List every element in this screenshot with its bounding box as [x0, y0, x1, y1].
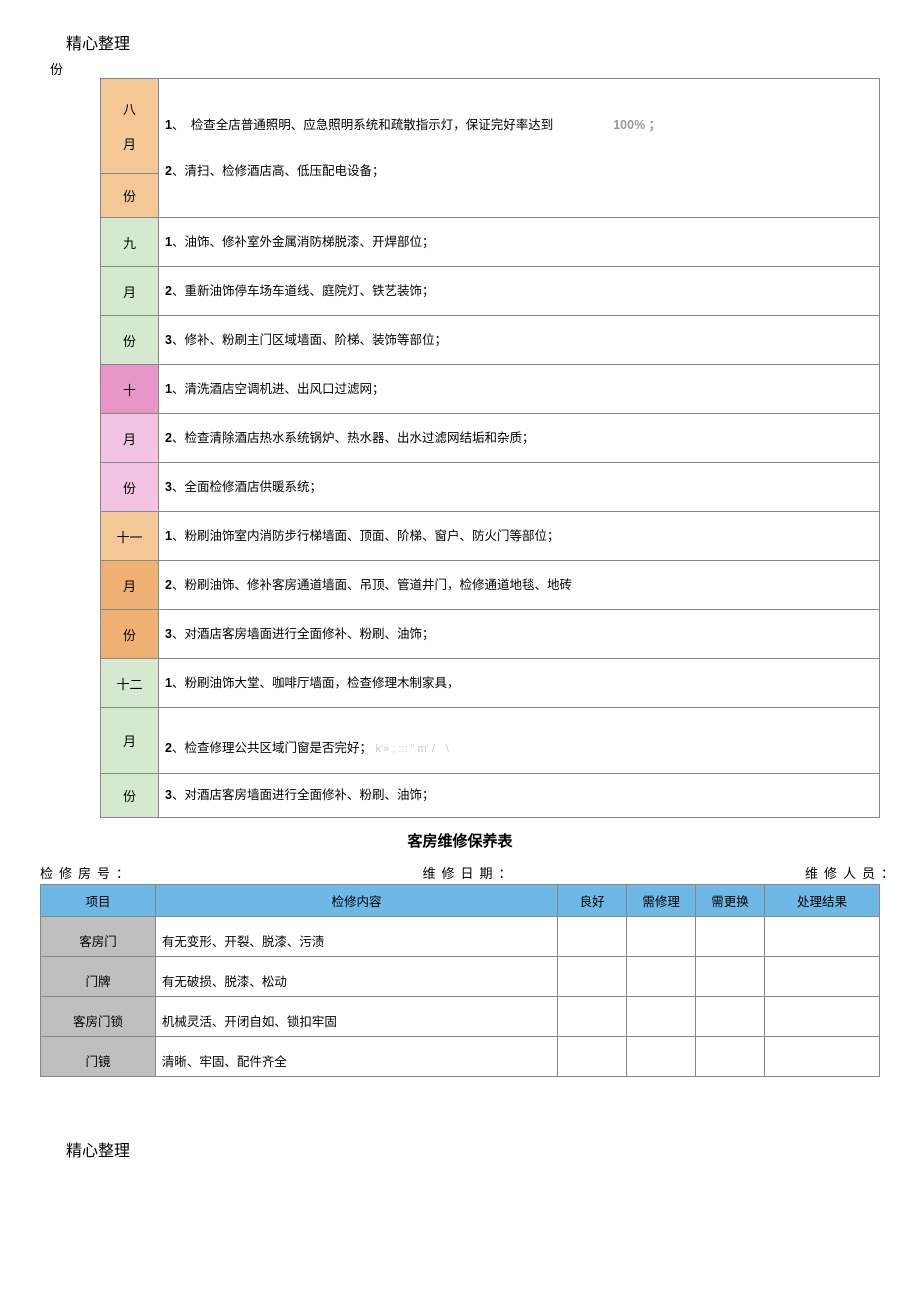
repair-cell — [558, 1036, 627, 1076]
repair-content: 有无变形、开裂、脱漆、污渍 — [155, 916, 557, 956]
schedule-content: 1、粉刷油饰室内消防步行梯墙面、顶面、阶梯、窗户、防火门等部位； — [159, 512, 880, 561]
schedule-content: 3、对酒店客房墙面进行全面修补、粉刷、油饰； — [159, 610, 880, 659]
schedule-content: 1、 检查全店普通照明、应急照明系统和疏散指示灯，保证完好率达到100% ；2、… — [159, 79, 880, 218]
repair-cell — [696, 916, 765, 956]
table-row: 门牌有无破损、脱漆、松动 — [41, 956, 880, 996]
schedule-content: 2、粉刷油饰、修补客房通道墙面、吊顶、管道井门，检修通道地毯、地砖 — [159, 561, 880, 610]
month-cell: 月 — [101, 708, 159, 774]
repair-header: 良好 — [558, 884, 627, 916]
month-cell: 份 — [101, 316, 159, 365]
schedule-content: 3、修补、粉刷主门区域墙面、阶梯、装饰等部位； — [159, 316, 880, 365]
table-row: 客房门锁机械灵活、开闭自如、锁扣牢固 — [41, 996, 880, 1036]
repair-header: 项目 — [41, 884, 156, 916]
stray-char: 份 — [50, 59, 900, 78]
repair-table-title: 客房维修保养表 — [20, 830, 900, 851]
staff-label: 维修人员： — [805, 863, 900, 882]
schedule-table: 八月1、 检查全店普通照明、应急照明系统和疏散指示灯，保证完好率达到100% ；… — [100, 78, 880, 818]
schedule-content: 2、检查修理公共区域门窗是否完好； k'» ; ::: " m' / \ — [159, 708, 880, 774]
repair-cell — [765, 996, 880, 1036]
schedule-content: 1、粉刷油饰大堂、咖啡厅墙面，检查修理木制家具， — [159, 659, 880, 708]
repair-content: 机械灵活、开闭自如、锁扣牢固 — [155, 996, 557, 1036]
repair-cell — [558, 916, 627, 956]
month-cell: 份 — [101, 773, 159, 817]
month-cell: 十一 — [101, 512, 159, 561]
table-row: 门镜清晰、牢固、配件齐全 — [41, 1036, 880, 1076]
repair-content: 有无破损、脱漆、松动 — [155, 956, 557, 996]
repair-cell — [627, 916, 696, 956]
schedule-content: 1、油饰、修补室外金属消防梯脱漆、开焊部位； — [159, 218, 880, 267]
repair-header: 需修理 — [627, 884, 696, 916]
repair-cell — [765, 916, 880, 956]
repair-item: 门牌 — [41, 956, 156, 996]
repair-cell — [627, 956, 696, 996]
month-cell: 月 — [101, 561, 159, 610]
room-label: 检修房号： — [40, 863, 135, 882]
month-cell: 月 — [101, 414, 159, 463]
page-footer: 精心整理 — [66, 1137, 900, 1161]
repair-item: 门镜 — [41, 1036, 156, 1076]
month-cell: 八月 — [101, 79, 159, 174]
page-header: 精心整理 — [66, 30, 900, 54]
repair-header: 需更换 — [696, 884, 765, 916]
schedule-content: 2、重新油饰停车场车道线、庭院灯、铁艺装饰； — [159, 267, 880, 316]
repair-cell — [696, 956, 765, 996]
date-label: 维修日期： — [422, 863, 517, 882]
repair-header: 处理结果 — [765, 884, 880, 916]
repair-cell — [765, 956, 880, 996]
repair-cell — [558, 996, 627, 1036]
repair-cell — [696, 996, 765, 1036]
repair-item: 客房门 — [41, 916, 156, 956]
repair-cell — [558, 956, 627, 996]
month-cell: 月 — [101, 267, 159, 316]
repair-content: 清晰、牢固、配件齐全 — [155, 1036, 557, 1076]
schedule-content: 1、清洗酒店空调机进、出风口过滤网； — [159, 365, 880, 414]
month-cell: 份 — [101, 463, 159, 512]
repair-item: 客房门锁 — [41, 996, 156, 1036]
month-cell: 十二 — [101, 659, 159, 708]
table-row: 客房门有无变形、开裂、脱漆、污渍 — [41, 916, 880, 956]
schedule-content: 3、全面检修酒店供暖系统； — [159, 463, 880, 512]
month-cell: 份 — [101, 610, 159, 659]
repair-cell — [627, 1036, 696, 1076]
schedule-content: 2、检查清除酒店热水系统锅炉、热水器、出水过滤网结垢和杂质； — [159, 414, 880, 463]
repair-cell — [765, 1036, 880, 1076]
repair-header: 检修内容 — [155, 884, 557, 916]
repair-cell — [696, 1036, 765, 1076]
month-cell: 份 — [101, 174, 159, 218]
month-cell: 九 — [101, 218, 159, 267]
repair-table: 项目检修内容良好需修理需更换处理结果 客房门有无变形、开裂、脱漆、污渍门牌有无破… — [40, 884, 880, 1077]
repair-cell — [627, 996, 696, 1036]
repair-info-row: 检修房号： 维修日期： 维修人员： — [40, 863, 900, 882]
month-cell: 十 — [101, 365, 159, 414]
schedule-content: 3、对酒店客房墙面进行全面修补、粉刷、油饰； — [159, 773, 880, 817]
